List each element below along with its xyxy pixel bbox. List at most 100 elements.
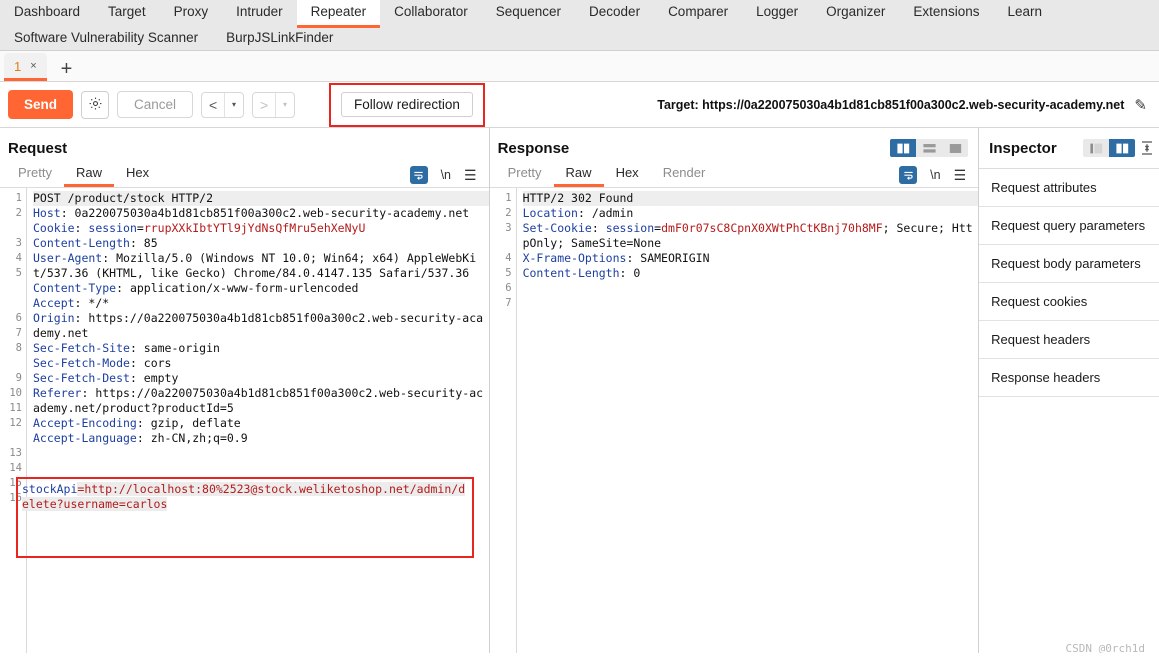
history-forward-group[interactable]: > ▾ (252, 91, 296, 118)
inspector-row-request-headers[interactable]: Request headers (979, 321, 1159, 359)
menu-tab-sequencer[interactable]: Sequencer (482, 0, 575, 25)
request-editor[interactable]: 1 2 3 4 5 6 7 8 9 10 11 12 13 14 15 16 POST /product/st… (0, 188, 489, 661)
follow-redirection-highlight: Follow redirection (329, 82, 485, 127)
menu-tab-logger[interactable]: Logger (742, 0, 812, 25)
add-tab-button[interactable]: + (47, 59, 83, 81)
response-title-row: Response (490, 128, 979, 161)
response-pane: Response Pretty Raw Hex Render \n ☰ 1 2 … (489, 128, 980, 661)
repeater-tab-strip: 1 × + (0, 51, 1159, 82)
close-icon[interactable]: × (30, 60, 36, 72)
line-number: 5 (505, 267, 512, 279)
menu-tab-decoder[interactable]: Decoder (575, 0, 654, 25)
code-line: Accept-Language: zh-CN,zh;q=0.9 (33, 431, 248, 445)
menu-icon[interactable]: ☰ (954, 168, 967, 182)
code-line: Accept: */* (33, 296, 110, 310)
inspector-rows: Request attributes Request query paramete… (979, 169, 1159, 397)
menu-tab-software-vulnerability-scanner[interactable]: Software Vulnerability Scanner (0, 25, 212, 51)
tab-request-raw[interactable]: Raw (63, 162, 114, 187)
response-body-text[interactable]: HTTP/2 302 Found Location: /admin Set-Cook… (517, 188, 979, 661)
menu-tab-target[interactable]: Target (94, 0, 160, 25)
response-subtabs: Pretty Raw Hex Render \n ☰ (489, 161, 979, 188)
request-post-body[interactable]: stockApi=http://localhost:80%2523@stock.… (22, 482, 472, 512)
menu-tab-burpjslinkfinder[interactable]: BurpJSLinkFinder (212, 25, 347, 51)
line-number: 13 (9, 447, 22, 459)
tab-request-pretty[interactable]: Pretty (6, 162, 64, 187)
menu-tab-organizer[interactable]: Organizer (812, 0, 899, 25)
menu-icon[interactable]: ☰ (464, 168, 477, 182)
line-number: 8 (15, 342, 22, 354)
menu-tab-collaborator[interactable]: Collaborator (380, 0, 482, 25)
tab-response-render[interactable]: Render (651, 162, 718, 187)
menu-tab-learn[interactable]: Learn (993, 0, 1056, 25)
main-menu-bar: Dashboard Target Proxy Intruder Repeater Coll… (0, 0, 1159, 51)
collapse-icon[interactable] (1141, 140, 1153, 156)
send-button[interactable]: Send (8, 90, 74, 119)
split-horizontal-icon[interactable] (916, 139, 942, 157)
layout-toggle-group (890, 139, 969, 157)
wrap-lines-icon[interactable] (899, 166, 918, 184)
repeater-tab-1[interactable]: 1 × (4, 53, 47, 81)
history-forward-caret-icon[interactable]: ▾ (275, 92, 294, 117)
line-number: 12 (9, 417, 22, 429)
code-line: POST /product/stock HTTP/2 (33, 191, 489, 206)
code-line: X-Frame-Options: SAMEORIGIN (522, 251, 710, 265)
history-forward-icon[interactable]: > (253, 93, 275, 117)
inspector-row-request-query-parameters[interactable]: Request query parameters (979, 207, 1159, 245)
repeater-tab-label: 1 (14, 58, 22, 74)
code-line: Location: /admin (522, 206, 634, 220)
line-number: 5 (15, 267, 22, 279)
inspector-row-response-headers[interactable]: Response headers (979, 359, 1159, 397)
line-number: 3 (505, 222, 512, 234)
pencil-icon[interactable]: ✎ (1134, 96, 1147, 114)
code-line: Content-Type: application/x-www-form-url… (33, 281, 359, 295)
tab-response-raw[interactable]: Raw (553, 162, 604, 187)
request-pane: Request Pretty Raw Hex \n ☰ 1 2 3 4 5 6 7 8 9 10 1… (0, 128, 490, 661)
menu-tab-repeater[interactable]: Repeater (296, 0, 381, 28)
line-number: 10 (9, 387, 22, 399)
request-body-text[interactable]: POST /product/stock HTTP/2 Host: 0a220075… (27, 188, 489, 661)
menu-tab-extensions[interactable]: Extensions (899, 0, 993, 25)
gear-icon (88, 96, 103, 114)
menu-row-primary: Dashboard Target Proxy Intruder Repeater Coll… (0, 0, 1159, 28)
response-editor[interactable]: 1 2 3 4 5 6 7 HTTP/2 302 Found Location: /admin… (489, 188, 979, 661)
repeater-action-toolbar: Send Cancel < ▾ > ▾ Follow redirection T… (0, 82, 1159, 128)
follow-redirection-button[interactable]: Follow redirection (341, 92, 473, 117)
history-back-caret-icon[interactable]: ▾ (224, 92, 243, 117)
single-pane-icon[interactable] (942, 139, 968, 157)
code-line: Referer: https://0a220075030a4b1d81cb851… (33, 386, 484, 415)
code-line: User-Agent: Mozilla/5.0 (Windows NT 10.0… (33, 251, 477, 280)
panel-split-icon[interactable] (1109, 139, 1135, 157)
line-number: 9 (15, 372, 22, 384)
request-editor-actions: \n ☰ (409, 166, 489, 187)
code-line: Set-Cookie: session=dmF0r07sC8CpnX0XWtPh… (522, 221, 973, 250)
split-vertical-icon[interactable] (890, 139, 917, 157)
target-label: Target: https://0a220075030a4b1d81cb851f… (657, 97, 1125, 112)
line-number: 1 (505, 192, 512, 204)
history-back-icon[interactable]: < (202, 93, 224, 117)
cancel-button[interactable]: Cancel (117, 91, 194, 118)
code-line: Origin: https://0a220075030a4b1d81cb851f… (33, 311, 484, 340)
bottom-spacer (0, 653, 1159, 663)
tab-response-hex[interactable]: Hex (604, 162, 651, 187)
line-number: 6 (505, 282, 512, 294)
newline-icon[interactable]: \n (441, 168, 451, 182)
inspector-row-request-body-parameters[interactable]: Request body parameters (979, 245, 1159, 283)
settings-button[interactable] (81, 90, 110, 119)
request-subtabs: Pretty Raw Hex \n ☰ (0, 161, 489, 188)
menu-tab-proxy[interactable]: Proxy (160, 0, 223, 25)
menu-tab-comparer[interactable]: Comparer (654, 0, 742, 25)
inspector-row-request-cookies[interactable]: Request cookies (979, 283, 1159, 321)
panel-left-icon[interactable] (1083, 139, 1109, 157)
menu-tab-dashboard[interactable]: Dashboard (0, 0, 94, 25)
history-back-group[interactable]: < ▾ (201, 91, 245, 118)
menu-tab-intruder[interactable]: Intruder (222, 0, 297, 25)
request-title: Request (8, 139, 68, 157)
wrap-lines-icon[interactable] (409, 166, 428, 184)
newline-icon[interactable]: \n (930, 168, 940, 182)
tab-response-pretty[interactable]: Pretty (496, 162, 554, 187)
tab-request-hex[interactable]: Hex (114, 162, 161, 187)
line-number: 11 (9, 402, 22, 414)
inspector-row-request-attributes[interactable]: Request attributes (979, 169, 1159, 207)
